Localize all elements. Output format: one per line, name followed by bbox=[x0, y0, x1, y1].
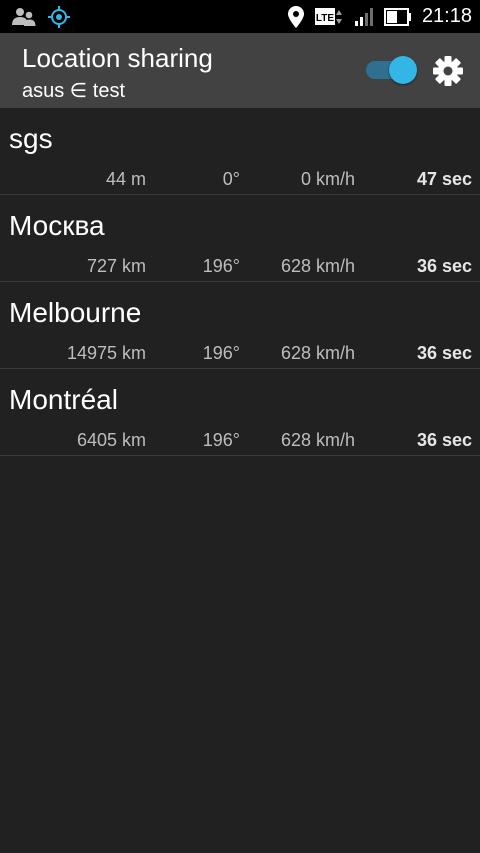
speed-value: 0 km/h bbox=[300, 169, 355, 189]
toggle-thumb bbox=[389, 56, 417, 84]
status-bar-left bbox=[12, 6, 70, 28]
distance-value: 44 m bbox=[105, 169, 146, 189]
device-name: Москва bbox=[9, 210, 105, 241]
battery-icon bbox=[383, 7, 412, 26]
age-value: 36 sec bbox=[416, 256, 472, 276]
page-subtitle: asus ∈ test bbox=[22, 80, 126, 102]
distance-value: 14975 km bbox=[66, 343, 146, 363]
list-item[interactable]: Melbourne 14975 km 196° 628 km/h 36 sec bbox=[0, 282, 480, 369]
device-name: sgs bbox=[9, 123, 53, 154]
age-value: 36 sec bbox=[416, 430, 472, 450]
age-value: 47 sec bbox=[416, 169, 472, 189]
distance-value: 6405 km bbox=[76, 430, 146, 450]
gps-target-icon bbox=[48, 6, 70, 28]
list-item[interactable]: Montréal 6405 km 196° 628 km/h 36 sec bbox=[0, 369, 480, 456]
device-list: sgs 44 m 0° 0 km/h 47 sec Москва 727 km … bbox=[0, 108, 480, 456]
list-item[interactable]: sgs 44 m 0° 0 km/h 47 sec bbox=[0, 108, 480, 195]
speed-value: 628 km/h bbox=[280, 343, 355, 363]
status-bar: LTE 21:18 bbox=[0, 0, 480, 33]
page-title: Location sharing bbox=[22, 43, 213, 73]
sharing-toggle[interactable] bbox=[366, 56, 417, 84]
age-value: 36 sec bbox=[416, 343, 472, 363]
status-bar-right: LTE 21:18 bbox=[287, 0, 472, 33]
bearing-value: 0° bbox=[222, 169, 240, 189]
gear-icon bbox=[432, 55, 464, 87]
device-name: Montréal bbox=[9, 384, 118, 415]
device-name: Melbourne bbox=[9, 297, 142, 328]
lte-icon: LTE bbox=[314, 6, 344, 28]
app-bar: Location sharing asus ∈ test bbox=[0, 33, 480, 108]
clock: 21:18 bbox=[421, 5, 472, 27]
distance-value: 727 km bbox=[86, 256, 146, 276]
settings-button[interactable] bbox=[432, 55, 464, 87]
speed-value: 628 km/h bbox=[280, 256, 355, 276]
bearing-value: 196° bbox=[202, 256, 240, 276]
svg-text:LTE: LTE bbox=[316, 13, 334, 24]
bearing-value: 196° bbox=[202, 430, 240, 450]
signal-icon bbox=[354, 7, 374, 27]
location-pin-icon bbox=[287, 5, 304, 28]
list-item[interactable]: Москва 727 km 196° 628 km/h 36 sec bbox=[0, 195, 480, 282]
speed-value: 628 km/h bbox=[280, 430, 355, 450]
people-icon bbox=[12, 7, 36, 27]
bearing-value: 196° bbox=[202, 343, 240, 363]
